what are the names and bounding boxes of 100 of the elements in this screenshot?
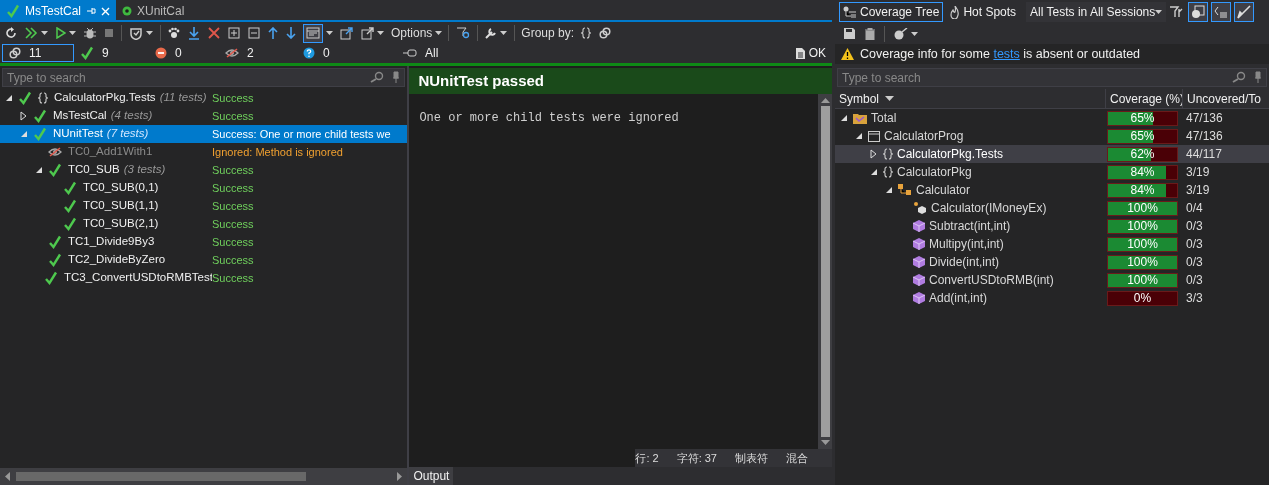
- vertical-scrollbar[interactable]: [818, 94, 832, 449]
- test-row[interactable]: MsTestCal (4 tests) Success: [0, 107, 408, 125]
- close-icon: [208, 27, 220, 39]
- details-view-button[interactable]: [303, 23, 323, 43]
- scrollbar-thumb[interactable]: [820, 106, 830, 437]
- test-result: Success: [212, 198, 254, 214]
- test-name: TC3_ConvertUSDtoRMBTest: [64, 270, 212, 286]
- refresh-icon: [5, 27, 17, 39]
- view-toggle-button[interactable]: [1188, 2, 1209, 22]
- filter-counter[interactable]: 2: [219, 44, 297, 62]
- view-tab[interactable]: Coverage Tree: [839, 2, 944, 22]
- test-name: TC0_SUB(2,1): [83, 216, 159, 232]
- test-name: NUnitTest: [53, 126, 103, 142]
- test-result: Success: [212, 270, 254, 286]
- test-row[interactable]: NUnitTest (7 tests) Success: One or more child tests we: [0, 125, 408, 143]
- coverage-row[interactable]: Multipy(int,int) 100% 0/3: [835, 235, 1269, 253]
- horizontal-scrollbar[interactable]: [0, 468, 408, 485]
- paw-icon: [168, 27, 180, 39]
- test-row[interactable]: CalculatorPkg.Tests (11 tests) Success: [0, 89, 408, 107]
- caret-icon[interactable]: [377, 31, 384, 35]
- options-menu[interactable]: Options: [391, 23, 443, 43]
- coverage-percent: 84%: [1129, 165, 1156, 179]
- test-row[interactable]: TC1_Divide9By3 Success: [0, 233, 408, 251]
- coverage-row[interactable]: Calculator(IMoneyEx) 100% 0/4: [835, 199, 1269, 217]
- test-row[interactable]: TC0_SUB(1,1) Success: [0, 197, 408, 215]
- scroll-left-icon[interactable]: [4, 472, 12, 481]
- caret-icon[interactable]: [500, 31, 508, 35]
- scroll-down-icon[interactable]: [820, 440, 830, 445]
- expanded-triangle-icon[interactable]: [4, 93, 14, 103]
- test-name: MsTestCal: [53, 108, 107, 124]
- filter-counter[interactable]: 11: [2, 44, 74, 62]
- test-row[interactable]: TC2_DivideByZero Success: [0, 251, 408, 269]
- test-result: Ignored: Method is ignored: [212, 144, 343, 160]
- coverage-row[interactable]: Subtract(int,int) 100% 0/3: [835, 217, 1269, 235]
- coverage-row[interactable]: Divide(int,int) 100% 0/3: [835, 253, 1269, 271]
- caret-icon[interactable]: [326, 31, 333, 35]
- pin-icon[interactable]: [1254, 71, 1262, 83]
- test-name: TC0_Add1With1: [68, 144, 153, 160]
- test-count: (3 tests): [123, 162, 166, 178]
- links-icon: [599, 27, 612, 39]
- scroll-up-icon[interactable]: [820, 98, 830, 103]
- check-icon: [63, 217, 77, 231]
- caret-icon[interactable]: [41, 31, 48, 35]
- search-field[interactable]: Type to search: [2, 68, 406, 87]
- caret-icon[interactable]: [911, 31, 918, 36]
- symbol-name: Multipy(int,int): [929, 236, 1004, 253]
- column-header[interactable]: Uncovered/To: [1182, 89, 1269, 108]
- tests-link[interactable]: tests: [993, 46, 1020, 61]
- braces-icon: [581, 27, 592, 39]
- test-row[interactable]: TC3_ConvertUSDtoRMBTestSuccess: [0, 269, 408, 287]
- test-name: TC0_SUB: [68, 162, 120, 178]
- check-icon: [44, 271, 58, 285]
- expanded-triangle-icon[interactable]: [34, 165, 44, 175]
- coverage-row[interactable]: CalculatorPkg 84% 3/19: [835, 163, 1269, 181]
- bug-icon: [84, 27, 96, 39]
- test-result: Success: [212, 180, 254, 196]
- filter-counter[interactable]: 9: [74, 44, 149, 62]
- group-by-label: Group by:: [521, 25, 575, 42]
- document-tab[interactable]: MsTestCal: [0, 0, 116, 22]
- status-item: 字符: 37: [676, 450, 717, 466]
- test-row[interactable]: TC0_SUB(2,1) Success: [0, 215, 408, 233]
- scroll-right-icon[interactable]: [395, 472, 404, 481]
- collapsed-triangle-icon[interactable]: [19, 111, 29, 121]
- view-toggle-button[interactable]: [1211, 2, 1232, 22]
- caret-icon[interactable]: [1155, 10, 1163, 14]
- close-icon[interactable]: [101, 6, 110, 16]
- scope-dropdown[interactable]: All Tests in All Sessions: [1026, 2, 1167, 22]
- up-arrow-icon: [268, 27, 278, 39]
- coverage-row[interactable]: ConvertUSDtoRMB(int) 100% 0/3: [835, 271, 1269, 289]
- test-row[interactable]: TC0_Add1With1 Ignored: Method is ignored: [0, 143, 408, 161]
- caret-icon[interactable]: [69, 31, 76, 35]
- test-row[interactable]: TC0_SUB(0,1) Success: [0, 179, 408, 197]
- collapsed-triangle-icon[interactable]: [869, 149, 879, 159]
- check-icon: [63, 199, 77, 213]
- pin-icon[interactable]: [392, 71, 401, 83]
- test-name: TC0_SUB(0,1): [83, 180, 159, 196]
- output-tab[interactable]: Output: [409, 467, 454, 485]
- filter-counter[interactable]: 0: [297, 44, 397, 62]
- test-row[interactable]: TC0_SUB (3 tests) Success: [0, 161, 408, 179]
- test-result: Success: [212, 216, 254, 232]
- uncovered-count: 0/3: [1185, 272, 1204, 289]
- cube-icon: [913, 220, 925, 232]
- symbol-name: Total: [871, 110, 897, 127]
- scrollbar-thumb[interactable]: [16, 472, 306, 481]
- search-field[interactable]: Type to search: [837, 68, 1267, 87]
- coverage-row[interactable]: Calculator 84% 3/19: [835, 181, 1269, 199]
- uncovered-count: 3/3: [1185, 290, 1204, 307]
- caret-icon[interactable]: [146, 31, 153, 35]
- caret-icon[interactable]: [435, 31, 443, 35]
- filter-icon: [1170, 6, 1185, 18]
- symbol-name: CalculatorPkg: [897, 164, 972, 181]
- brush-icon: [1237, 5, 1252, 19]
- coverage-row[interactable]: Add(int,int) 0% 3/3: [835, 289, 1269, 307]
- view-toggle-button[interactable]: [1234, 2, 1255, 22]
- view-tab[interactable]: Hot Spots: [946, 2, 1021, 22]
- filter-counter[interactable]: 0: [149, 44, 219, 62]
- document-tab[interactable]: XUnitCal: [116, 0, 191, 22]
- collapse-icon: [248, 27, 260, 39]
- column-header[interactable]: Symbol: [835, 89, 1105, 108]
- filter-counter[interactable]: All: [397, 44, 457, 62]
